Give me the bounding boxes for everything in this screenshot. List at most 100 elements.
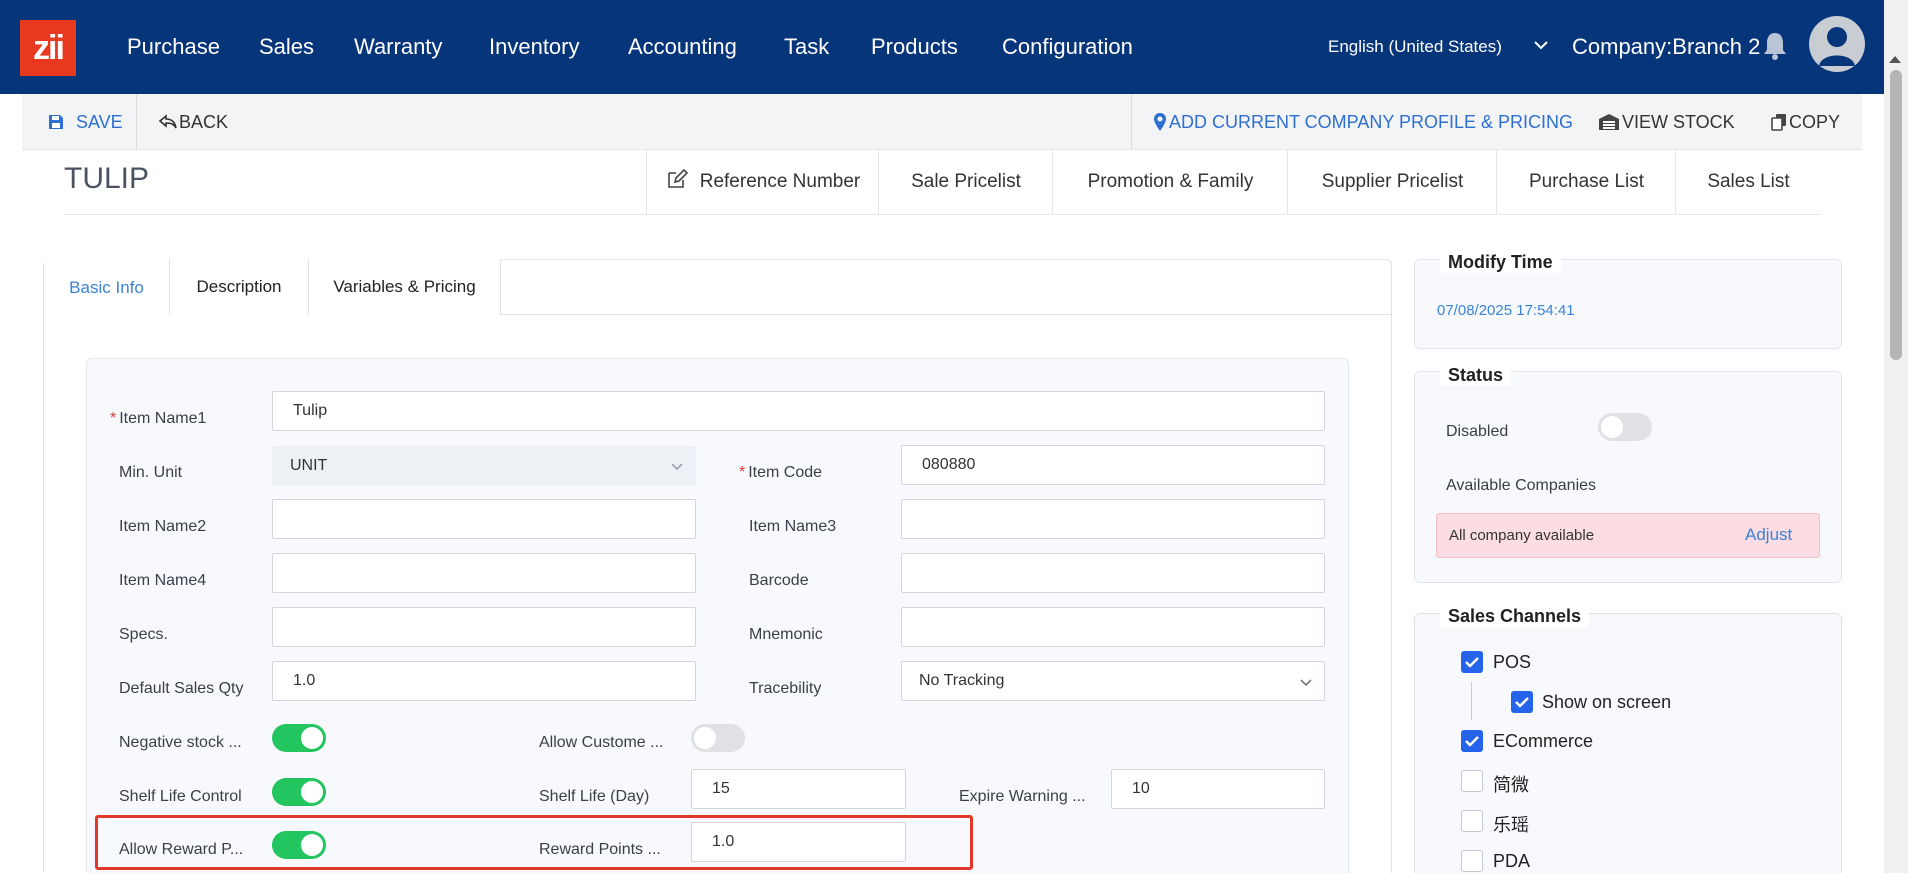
- nav-task[interactable]: Task: [784, 34, 829, 60]
- show-on-screen-label: Show on screen: [1542, 692, 1672, 712]
- nav-sales[interactable]: Sales: [259, 34, 314, 60]
- sales-channels-title: Sales Channels: [1440, 606, 1590, 627]
- bell-icon[interactable]: [1760, 30, 1790, 62]
- show-on-screen-checkbox[interactable]: [1511, 691, 1533, 713]
- supplier-pricelist-tab[interactable]: Supplier Pricelist: [1287, 149, 1497, 215]
- nav-inventory[interactable]: Inventory: [489, 34, 580, 60]
- sale-pricelist-tab[interactable]: Sale Pricelist: [878, 149, 1053, 215]
- map-pin-icon: [1154, 113, 1166, 131]
- tab-basic-info[interactable]: Basic Info: [44, 259, 170, 316]
- check-icon: [1515, 697, 1529, 708]
- leyao-checkbox[interactable]: [1461, 810, 1483, 832]
- back-button[interactable]: BACK: [159, 102, 228, 142]
- negative-stock-label: Negative stock ...: [119, 734, 242, 751]
- available-companies-text: All company available: [1449, 527, 1595, 544]
- reward-points-highlight: [95, 815, 973, 870]
- language-select[interactable]: English (United States): [1328, 37, 1502, 57]
- view-stock-button[interactable]: VIEW STOCK: [1598, 102, 1735, 142]
- available-companies-label: Available Companies: [1446, 477, 1597, 494]
- pda-label: PDA: [1493, 851, 1531, 871]
- chevron-down-icon[interactable]: [1530, 34, 1552, 56]
- channel-tree-line: [1471, 682, 1472, 720]
- nav-products[interactable]: Products: [871, 34, 958, 60]
- mnemonic-input[interactable]: [901, 607, 1325, 647]
- pos-checkbox[interactable]: [1461, 651, 1483, 673]
- ecommerce-label: ECommerce: [1493, 731, 1594, 751]
- status-title: Status: [1440, 365, 1512, 386]
- zii-logo[interactable]: zii: [20, 20, 76, 76]
- promotion-family-tab[interactable]: Promotion & Family: [1052, 149, 1288, 215]
- nav-accounting[interactable]: Accounting: [628, 34, 737, 60]
- shelf-life-day-label: Shelf Life (Day): [539, 788, 650, 805]
- check-icon: [1465, 657, 1479, 668]
- scroll-up-arrow-icon[interactable]: [1889, 56, 1901, 63]
- item-name4-input[interactable]: [272, 553, 696, 593]
- specs-label: Specs.: [119, 626, 168, 643]
- specs-input[interactable]: [272, 607, 696, 647]
- default-sales-qty-label: Default Sales Qty: [119, 680, 244, 697]
- adjust-link[interactable]: Adjust: [1745, 525, 1792, 545]
- reply-arrow-icon: [159, 114, 177, 129]
- min-unit-select[interactable]: UNIT: [272, 446, 696, 486]
- save-icon: [49, 115, 63, 129]
- shelf-life-day-input[interactable]: 15: [691, 769, 906, 809]
- company-selector[interactable]: Company:Branch 2: [1572, 34, 1760, 60]
- modify-time-value: 07/08/2025 17:54:41: [1437, 302, 1575, 319]
- min-unit-label: Min. Unit: [119, 464, 183, 481]
- disabled-toggle[interactable]: [1598, 413, 1652, 441]
- shelf-life-control-toggle[interactable]: [272, 778, 326, 806]
- barcode-input[interactable]: [901, 553, 1325, 593]
- item-name4-label: Item Name4: [119, 572, 207, 589]
- check-icon: [1465, 736, 1479, 747]
- ecommerce-checkbox[interactable]: [1461, 730, 1483, 752]
- jianwei-checkbox[interactable]: [1461, 770, 1483, 792]
- nav-purchase[interactable]: Purchase: [127, 34, 220, 60]
- barcode-label: Barcode: [749, 572, 809, 589]
- copy-button[interactable]: COPY: [1771, 102, 1840, 142]
- edit-icon: [667, 168, 688, 188]
- allow-customer-toggle[interactable]: [691, 724, 745, 752]
- shelf-life-control-label: Shelf Life Control: [119, 788, 242, 805]
- scrollbar-thumb[interactable]: [1890, 70, 1902, 360]
- item-name3-label: Item Name3: [749, 518, 837, 535]
- negative-stock-toggle[interactable]: [272, 724, 326, 752]
- pda-checkbox[interactable]: [1461, 850, 1483, 872]
- user-avatar[interactable]: [1809, 16, 1865, 72]
- page-title: TULIP: [64, 162, 150, 195]
- leyao-label: 乐瑶: [1493, 815, 1529, 835]
- item-code-label: * Item Code: [739, 464, 823, 481]
- reference-number-tab[interactable]: Reference Number: [646, 149, 879, 215]
- chevron-down-icon[interactable]: [1298, 674, 1314, 690]
- allow-customer-label: Allow Custome ...: [539, 734, 664, 751]
- tab-variables-pricing[interactable]: Variables & Pricing: [309, 259, 501, 315]
- item-name1-input[interactable]: Tulip: [272, 391, 1325, 431]
- tab-description[interactable]: Description: [170, 259, 309, 315]
- copy-icon: [1771, 114, 1786, 131]
- expire-warning-input[interactable]: 10: [1111, 769, 1325, 809]
- item-code-input[interactable]: 080880: [901, 445, 1325, 485]
- nav-configuration[interactable]: Configuration: [1002, 34, 1133, 60]
- mnemonic-label: Mnemonic: [749, 626, 823, 643]
- default-sales-qty-input[interactable]: 1.0: [272, 661, 696, 701]
- user-icon: [1819, 27, 1855, 66]
- add-company-profile-button[interactable]: ADD CURRENT COMPANY PROFILE & PRICING: [1153, 102, 1573, 142]
- action-toolbar: [22, 94, 1862, 150]
- expire-warning-label: Expire Warning ...: [959, 788, 1086, 805]
- toolbar-divider: [1131, 94, 1132, 150]
- traceability-select[interactable]: No Tracking: [901, 661, 1325, 701]
- save-button[interactable]: SAVE: [48, 102, 123, 142]
- jianwei-label: 简微: [1493, 775, 1529, 795]
- item-name3-input[interactable]: [901, 499, 1325, 539]
- nav-warranty[interactable]: Warranty: [354, 34, 442, 60]
- purchase-list-tab[interactable]: Purchase List: [1496, 149, 1676, 215]
- traceability-label: Tracebility: [749, 680, 822, 697]
- item-name2-label: Item Name2: [119, 518, 207, 535]
- disabled-label: Disabled: [1446, 423, 1509, 440]
- item-name2-input[interactable]: [272, 499, 696, 539]
- pos-label: POS: [1493, 652, 1532, 672]
- sales-list-tab[interactable]: Sales List: [1675, 149, 1821, 215]
- toolbar-divider: [136, 94, 137, 150]
- chevron-down-icon[interactable]: [669, 458, 685, 474]
- modify-time-title: Modify Time: [1440, 252, 1561, 273]
- item-name1-label: * Item Name1: [110, 410, 207, 427]
